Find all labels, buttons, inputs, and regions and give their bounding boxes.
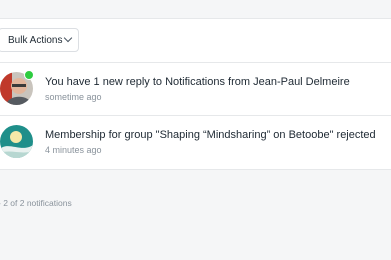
online-status-dot xyxy=(24,70,34,80)
chevron-down-icon xyxy=(63,33,73,43)
bulk-actions-label: Bulk Actions xyxy=(8,34,63,46)
notifications-toolbar: Bulk Actions xyxy=(0,19,391,63)
notification-message[interactable]: You have 1 new reply to Notifications fr… xyxy=(45,76,350,88)
notification-message[interactable]: Membership for group "Shaping “Mindshari… xyxy=(45,129,376,141)
notifications-count: - 2 of 2 notifications xyxy=(0,198,72,208)
top-band xyxy=(0,0,391,18)
notification-item[interactable]: You have 1 new reply to Notifications fr… xyxy=(0,63,391,116)
notifications-page: Bulk Actions You have 1 new reply to Not… xyxy=(0,0,391,260)
notifications-panel: Bulk Actions You have 1 new reply to Not… xyxy=(0,18,391,170)
bulk-actions-select[interactable]: Bulk Actions xyxy=(0,28,79,52)
notification-time: sometime ago xyxy=(45,92,102,102)
notification-time: 4 minutes ago xyxy=(45,145,102,155)
notification-item[interactable]: Membership for group "Shaping “Mindshari… xyxy=(0,116,391,168)
avatar[interactable] xyxy=(0,125,33,158)
